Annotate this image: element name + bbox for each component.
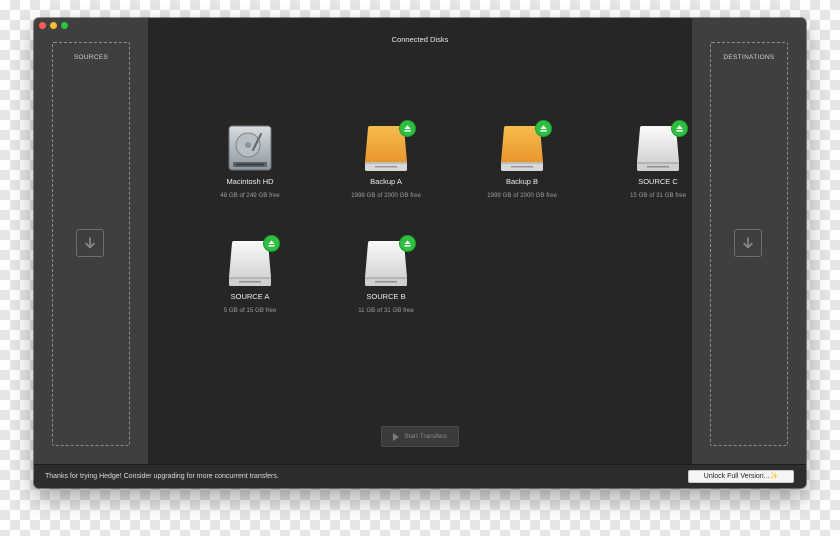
disk-name: Backup A — [370, 177, 402, 186]
unlock-full-version-button[interactable]: Unlock Full Version...✨ — [688, 470, 794, 483]
disk-backup-b[interactable]: Backup B 1999 GB of 2000 GB free — [462, 121, 582, 199]
minimize-window-button[interactable] — [50, 22, 57, 29]
zoom-window-button[interactable] — [61, 22, 68, 29]
sources-panel: SOURCES — [34, 18, 148, 464]
window-controls — [39, 22, 68, 29]
external-drive-orange-icon — [363, 121, 415, 172]
external-drive-white-icon — [363, 236, 415, 287]
external-drive-white-icon — [635, 121, 687, 172]
disk-free-space: 1998 GB of 2000 GB free — [351, 192, 421, 199]
external-drive-white-icon — [227, 236, 279, 287]
eject-icon[interactable] — [672, 121, 687, 136]
disk-backup-a[interactable]: Backup A 1998 GB of 2000 GB free — [326, 121, 446, 199]
add-destination-button[interactable] — [734, 229, 762, 257]
disk-name: SOURCE B — [366, 292, 406, 301]
eject-icon[interactable] — [400, 121, 415, 136]
disk-name: Backup B — [505, 177, 539, 186]
arrow-down-icon — [85, 237, 95, 249]
eject-icon[interactable] — [264, 236, 279, 251]
app-window: SOURCES Connected Disks Macintosh HD 48 … — [34, 18, 806, 488]
disk-source-b[interactable]: SOURCE B 11 GB of 31 GB free — [326, 236, 446, 314]
disk-free-space: 11 GB of 31 GB free — [358, 307, 414, 314]
add-source-button[interactable] — [76, 229, 104, 257]
start-transfers-button[interactable]: Start Transfers — [381, 426, 459, 447]
disk-name: Macintosh HD — [226, 177, 274, 186]
destinations-title: DESTINATIONS — [723, 54, 775, 61]
destinations-panel: DESTINATIONS — [692, 18, 806, 464]
arrow-down-icon — [743, 237, 753, 249]
start-transfers-label: Start Transfers — [404, 433, 447, 440]
disk-name: SOURCE A — [230, 292, 270, 301]
disk-source-a[interactable]: SOURCE A 5 GB of 15 GB free — [190, 236, 310, 314]
disk-free-space: 5 GB of 15 GB free — [223, 307, 277, 314]
play-icon — [393, 432, 400, 441]
disk-free-space: 48 GB of 249 GB free — [220, 192, 280, 199]
status-bar: Thanks for trying Hedge! Consider upgrad… — [34, 464, 806, 488]
upgrade-message: Thanks for trying Hedge! Consider upgrad… — [45, 473, 279, 480]
connected-disks-area: Connected Disks Macintosh HD 48 GB of 24… — [148, 18, 692, 464]
eject-icon[interactable] — [400, 236, 415, 251]
page-title: Connected Disks — [391, 35, 449, 44]
eject-icon[interactable] — [536, 121, 551, 136]
disk-free-space: 1999 GB of 2000 GB free — [487, 192, 557, 199]
disk-macintosh-hd[interactable]: Macintosh HD 48 GB of 249 GB free — [190, 124, 310, 199]
sources-title: SOURCES — [73, 54, 109, 61]
internal-hard-drive-icon — [227, 124, 273, 172]
close-window-button[interactable] — [39, 22, 46, 29]
external-drive-orange-icon — [499, 121, 551, 172]
